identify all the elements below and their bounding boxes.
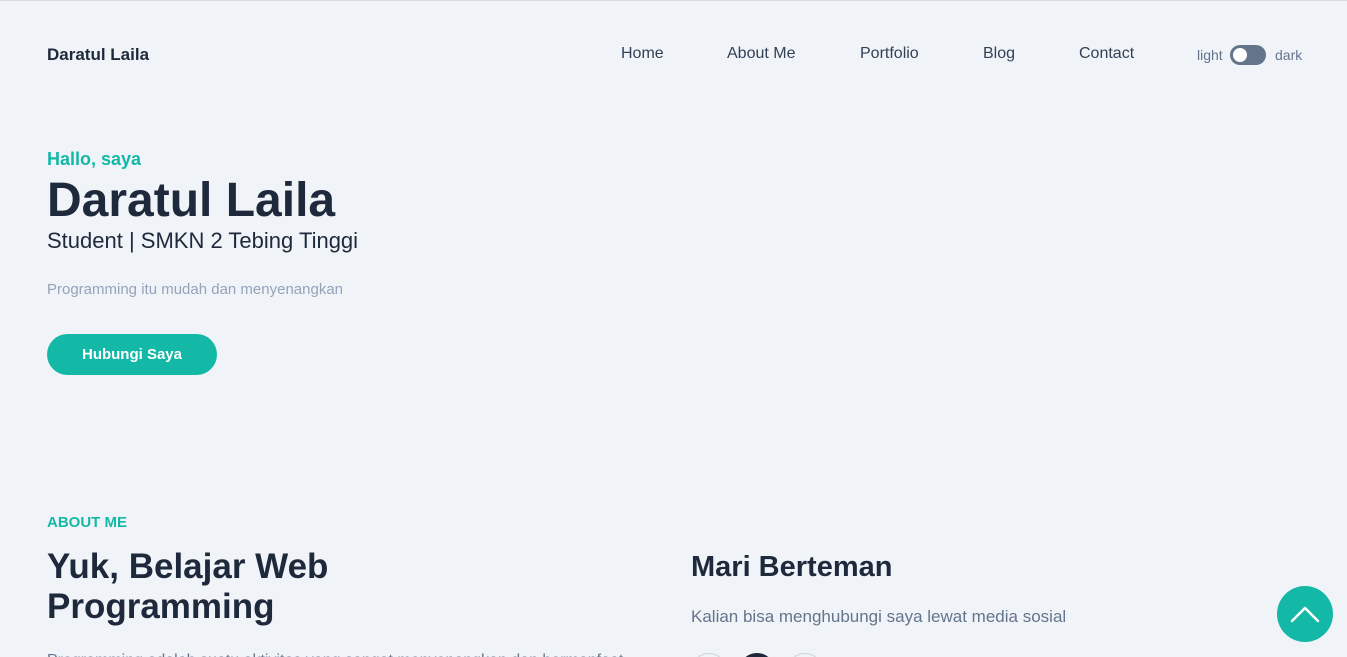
site-header: Daratul Laila Home About Me Portfolio Bl… bbox=[0, 0, 1347, 110]
theme-switcher: light dark bbox=[1197, 45, 1307, 65]
contact-me-button[interactable]: Hubungi Saya bbox=[47, 334, 217, 375]
social-icon[interactable] bbox=[787, 653, 823, 657]
hero-tagline: Programming itu mudah dan menyenangkan bbox=[47, 281, 344, 298]
chevron-up-icon bbox=[1290, 606, 1320, 623]
hero-role: Student | SMKN 2 Tebing Tinggi bbox=[47, 228, 359, 253]
hero-greeting: Hallo, saya bbox=[47, 149, 142, 169]
main-nav: Home About Me Portfolio Blog Contact bbox=[0, 45, 1347, 65]
theme-toggle[interactable] bbox=[1230, 45, 1266, 65]
social-icon[interactable] bbox=[739, 653, 775, 657]
social-icon[interactable] bbox=[691, 653, 727, 657]
about-body: Programming adalah suatu aktivitas yang … bbox=[47, 648, 637, 657]
about-eyebrow: ABOUT ME bbox=[47, 514, 127, 531]
nav-home[interactable]: Home bbox=[621, 45, 664, 63]
friends-text: Kalian bisa menghubungi saya lewat media… bbox=[691, 607, 1067, 626]
nav-portfolio[interactable]: Portfolio bbox=[860, 45, 919, 63]
hero-name: Daratul Laila bbox=[47, 174, 336, 227]
theme-light-label: light bbox=[1197, 47, 1223, 63]
about-title: Yuk, Belajar Web Programming bbox=[47, 547, 329, 626]
theme-dark-label: dark bbox=[1275, 47, 1303, 63]
social-links bbox=[691, 653, 891, 657]
nav-about-me[interactable]: About Me bbox=[727, 45, 795, 63]
back-to-top-button[interactable] bbox=[1277, 586, 1333, 642]
toggle-knob bbox=[1233, 48, 1247, 62]
friends-title: Mari Berteman bbox=[691, 551, 893, 583]
about-body-container: Programming adalah suatu aktivitas yang … bbox=[47, 648, 637, 657]
nav-contact[interactable]: Contact bbox=[1079, 45, 1134, 63]
nav-blog[interactable]: Blog bbox=[983, 45, 1015, 63]
